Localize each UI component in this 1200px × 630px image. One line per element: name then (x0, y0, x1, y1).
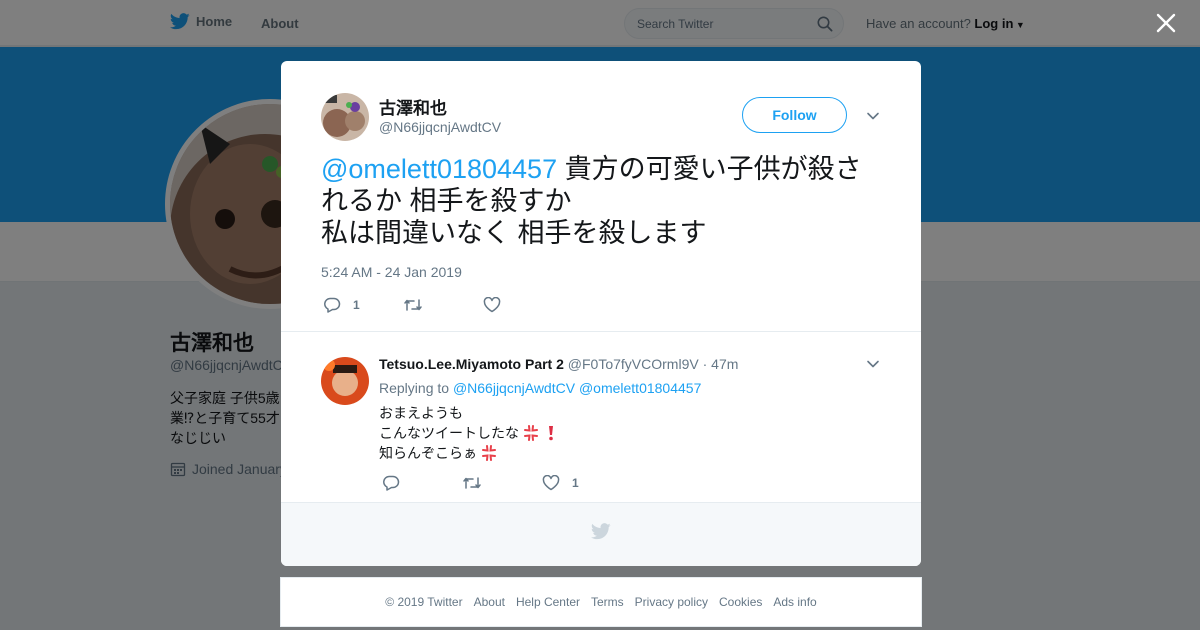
reply-action[interactable] (382, 475, 462, 491)
reply-author-handle[interactable]: @F0To7fyVCOrml9V (568, 356, 699, 372)
follow-button[interactable]: Follow (742, 97, 847, 133)
tweet-author-avatar-image (321, 93, 369, 141)
tweet-author-name[interactable]: 古澤和也 (379, 94, 447, 119)
replying-to-label: Replying to (379, 380, 450, 396)
reply-text-line-with-emoji: 知らんぞこらぁ (379, 443, 559, 463)
modal-footer (281, 502, 921, 566)
reply-action[interactable]: 1 (323, 297, 403, 313)
footer-copyright: © 2019 Twitter (385, 595, 463, 609)
reply-text: おまえようも こんなツイートしたな 知らんぞこらぁ (379, 403, 559, 463)
like-count: 1 (572, 476, 579, 490)
like-action[interactable] (483, 297, 513, 313)
divider (281, 331, 921, 332)
retweet-icon (463, 477, 481, 489)
chevron-down-icon[interactable] (866, 357, 880, 371)
close-icon[interactable] (1155, 12, 1177, 34)
reply-author-avatar[interactable] (321, 357, 369, 405)
reply-text-line: 知らんぞこらぁ (379, 445, 477, 461)
tweet-text: @omelett01804457 貴方の可愛い子供が殺さ れるか 相手を殺すか … (321, 153, 881, 249)
heart-icon (483, 297, 501, 313)
replying-to: Replying to @N66jjqcnjAwdtCV @omelett018… (379, 380, 701, 396)
reply-author-avatar-image (321, 357, 369, 405)
tweet-author-handle[interactable]: @N66jjqcnjAwdtCV (379, 119, 501, 135)
tweet-actions: 1 (323, 297, 513, 313)
site-footer: © 2019 Twitter About Help Center Terms P… (280, 577, 922, 627)
reply-text-line: こんなツイートしたな (379, 425, 519, 441)
reply-author-name[interactable]: Tetsuo.Lee.Miyamoto Part 2 (379, 356, 564, 372)
footer-link-privacy[interactable]: Privacy policy (635, 595, 708, 609)
tweet-text-line: れるか 相手を殺すか (321, 186, 572, 216)
anger-emoji-icon (523, 425, 538, 441)
chevron-down-icon[interactable] (866, 109, 880, 123)
footer-link-help-center[interactable]: Help Center (516, 595, 580, 609)
reply-icon (324, 297, 341, 313)
reply-author-line: Tetsuo.Lee.Miyamoto Part 2 @F0To7fyVCOrm… (379, 356, 738, 372)
reply-actions: 1 (382, 475, 579, 491)
tweet-author-avatar[interactable] (321, 93, 369, 141)
footer-link-terms[interactable]: Terms (591, 595, 624, 609)
anger-emoji-icon (481, 445, 496, 461)
heart-icon (542, 475, 560, 491)
retweet-action[interactable] (403, 297, 483, 313)
twitter-bird-icon (591, 523, 611, 540)
replying-to-link[interactable]: @omelett01804457 (579, 380, 701, 396)
reply-text-line: おまえようも (379, 405, 463, 421)
footer-link-cookies[interactable]: Cookies (719, 595, 762, 609)
retweet-action[interactable] (462, 475, 542, 491)
exclamation-emoji-icon (548, 426, 553, 441)
retweet-icon (404, 299, 422, 311)
tweet-timestamp[interactable]: 5:24 AM - 24 Jan 2019 (321, 264, 462, 280)
like-action[interactable]: 1 (542, 475, 579, 491)
tweet-text-line: 私は間違いなく 相手を殺します (321, 218, 707, 248)
reply-count: 1 (353, 298, 360, 312)
reply-text-line-with-emoji: こんなツイートしたな (379, 423, 559, 443)
reply-time[interactable]: · 47m (703, 356, 739, 372)
reply-icon (383, 475, 400, 491)
footer-link-ads-info[interactable]: Ads info (773, 595, 816, 609)
footer-link-about[interactable]: About (474, 595, 505, 609)
replying-to-link[interactable]: @N66jjqcnjAwdtCV (453, 380, 575, 396)
tweet-mention-link[interactable]: @omelett01804457 (321, 154, 557, 184)
tweet-text-line: 貴方の可愛い子供が殺さ (557, 154, 862, 184)
tweet-modal: 古澤和也 @N66jjqcnjAwdtCV Follow @omelett018… (281, 61, 921, 566)
